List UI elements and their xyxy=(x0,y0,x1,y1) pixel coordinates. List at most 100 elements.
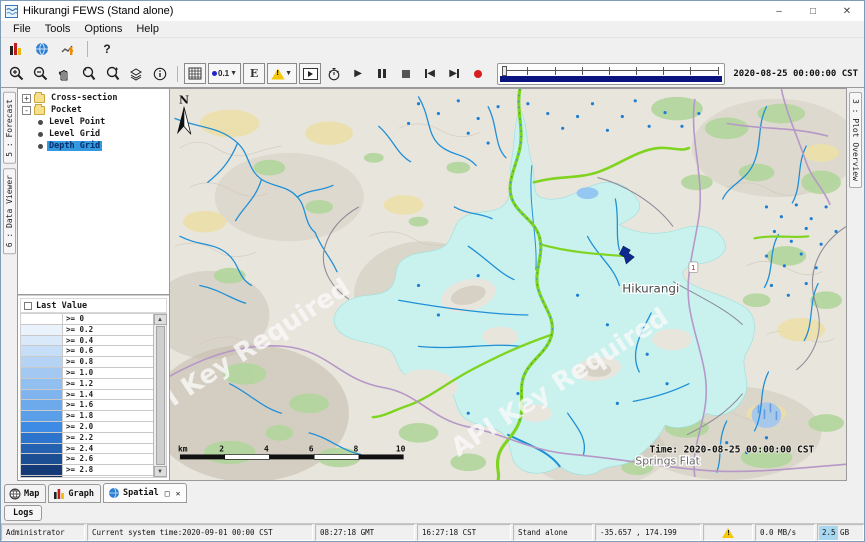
zoom-out-button[interactable] xyxy=(29,63,51,84)
tab-forecast[interactable]: 5 : Forecast xyxy=(3,92,16,164)
main-toolbar: ? xyxy=(1,38,864,60)
legend-row[interactable]: >= 1.4 xyxy=(21,390,153,401)
legend-row[interactable]: >= 0 xyxy=(21,314,153,325)
status-memory[interactable]: 2.5 GB xyxy=(817,524,864,541)
database-display-button[interactable] xyxy=(5,39,27,60)
zoom-previous-button[interactable] xyxy=(77,63,99,84)
menu-options[interactable]: Options xyxy=(77,22,129,36)
legend-row[interactable]: >= 0.8 xyxy=(21,357,153,368)
tree-item-label[interactable]: Cross-section xyxy=(49,93,120,103)
time-slider[interactable] xyxy=(497,63,725,85)
legend-swatch xyxy=(21,465,63,475)
animation-panel-button[interactable] xyxy=(299,63,321,84)
play-button[interactable]: ▶ xyxy=(347,63,369,84)
svg-text:10: 10 xyxy=(396,445,406,454)
menu-file[interactable]: File xyxy=(6,22,38,36)
scroll-down-icon[interactable]: ▼ xyxy=(154,466,167,477)
tree-row-level-grid[interactable]: Level Grid xyxy=(36,128,169,140)
tab-data-viewer[interactable]: 6 : Data Viewer xyxy=(3,168,16,254)
stop-button[interactable] xyxy=(395,63,417,84)
graph-display-button[interactable] xyxy=(57,39,79,60)
scrollbar-thumb[interactable] xyxy=(156,326,165,465)
tree-item-label[interactable]: Pocket xyxy=(49,105,84,115)
tree-row-pocket[interactable]: - Pocket xyxy=(22,104,169,116)
legend-swatch xyxy=(21,379,63,389)
logs-button[interactable]: Logs xyxy=(4,505,42,521)
legend-swatch xyxy=(21,454,63,464)
animation-timer-button[interactable] xyxy=(323,63,345,84)
tree-row-depth-grid[interactable]: Depth Grid xyxy=(36,140,169,152)
last-value-label: Last Value xyxy=(36,301,87,311)
help-button[interactable]: ? xyxy=(96,39,118,60)
legend-scrollbar[interactable]: ▲ ▼ xyxy=(153,314,166,477)
window-title: Hikurangi FEWS (Stand alone) xyxy=(23,5,173,17)
status-warning-cell[interactable] xyxy=(703,524,753,541)
legend-row[interactable]: >= 2.2 xyxy=(21,433,153,444)
go-to-start-button[interactable]: ◀ xyxy=(419,63,441,84)
checkbox-icon[interactable] xyxy=(24,302,32,310)
status-gmt-time: 08:27:18 GMT xyxy=(315,524,415,541)
tab-plot-overview[interactable]: 3 : Plot Overview xyxy=(849,92,862,188)
scroll-up-icon[interactable]: ▲ xyxy=(154,314,167,325)
map-view[interactable]: 1 API Key Required API Key Required N km… xyxy=(170,88,847,481)
legend-row[interactable]: >= 1.8 xyxy=(21,411,153,422)
grid-toggle-button[interactable] xyxy=(184,63,206,84)
pause-button[interactable] xyxy=(371,63,393,84)
legend-row[interactable]: >= 0.2 xyxy=(21,325,153,336)
legend-swatch xyxy=(21,314,63,324)
bottom-tab-bar: Map Graph Spatial □ ✕ xyxy=(1,481,864,503)
legend-label: >= 0.8 xyxy=(63,357,153,367)
close-button[interactable]: ✕ xyxy=(830,1,864,21)
tab-map[interactable]: Map xyxy=(4,484,46,503)
maximize-button[interactable]: □ xyxy=(796,1,830,21)
menu-help[interactable]: Help xyxy=(129,22,166,36)
legend-row[interactable]: >= 1.0 xyxy=(21,368,153,379)
menu-bar: File Tools Options Help xyxy=(1,21,864,38)
legend-row[interactable]: >= 2.6 xyxy=(21,454,153,465)
layers-button[interactable] xyxy=(125,63,147,84)
info-button[interactable] xyxy=(149,63,171,84)
minimize-button[interactable]: – xyxy=(762,1,796,21)
zoom-next-button[interactable] xyxy=(101,63,123,84)
warning-icon xyxy=(271,68,284,79)
legend-row[interactable]: >= 0.6 xyxy=(21,346,153,357)
map-globe-icon xyxy=(9,488,21,500)
legend-row[interactable]: >= 2.8 xyxy=(21,465,153,476)
expand-icon[interactable]: + xyxy=(22,94,31,103)
tab-spatial[interactable]: Spatial □ ✕ xyxy=(103,483,187,503)
labels-toggle-button[interactable]: E xyxy=(243,63,265,84)
tree-item-label[interactable]: Level Grid xyxy=(47,129,102,139)
legend-row[interactable]: >= 2.4 xyxy=(21,444,153,455)
legend-row[interactable]: >= 1.2 xyxy=(21,379,153,390)
spatial-display-button[interactable] xyxy=(31,39,53,60)
legend-row[interactable]: >= 0.4 xyxy=(21,336,153,347)
time-span-bar xyxy=(500,76,722,82)
legend-row[interactable]: >= 1.6 xyxy=(21,400,153,411)
legend-swatch xyxy=(21,422,63,432)
time-slider-handle[interactable] xyxy=(502,66,507,76)
tree-item-label-selected[interactable]: Depth Grid xyxy=(47,141,102,151)
status-transfer-rate: 0.0 MB/s xyxy=(755,524,815,541)
menu-tools[interactable]: Tools xyxy=(38,22,78,36)
legend-row[interactable]: >= 3.0 xyxy=(21,476,153,477)
legend-row[interactable]: >= 2.0 xyxy=(21,422,153,433)
tab-graph[interactable]: Graph xyxy=(48,484,101,503)
go-to-end-button[interactable]: ▶ xyxy=(443,63,465,84)
collapse-icon[interactable]: - xyxy=(22,106,31,115)
tab-close-icon[interactable]: ✕ xyxy=(176,489,181,498)
record-icon xyxy=(474,70,482,78)
last-value-option[interactable]: Last Value xyxy=(20,298,167,313)
zoom-in-button[interactable] xyxy=(5,63,27,84)
classbreak-dropdown[interactable]: 0.1▼ xyxy=(208,63,241,84)
tab-restore-icon[interactable]: □ xyxy=(165,489,170,498)
tree-row-cross-section[interactable]: + Cross-section xyxy=(22,92,169,104)
record-button[interactable] xyxy=(467,63,489,84)
pause-icon xyxy=(378,69,386,78)
legend-label: >= 2.4 xyxy=(63,444,153,454)
status-user: Administrator xyxy=(1,524,85,541)
tree-row-level-point[interactable]: Level Point xyxy=(36,116,169,128)
tree-item-label[interactable]: Level Point xyxy=(47,117,107,127)
thresholds-dropdown[interactable]: ▼ xyxy=(267,63,297,84)
pan-button[interactable] xyxy=(53,63,75,84)
node-bullet-icon xyxy=(38,132,43,137)
